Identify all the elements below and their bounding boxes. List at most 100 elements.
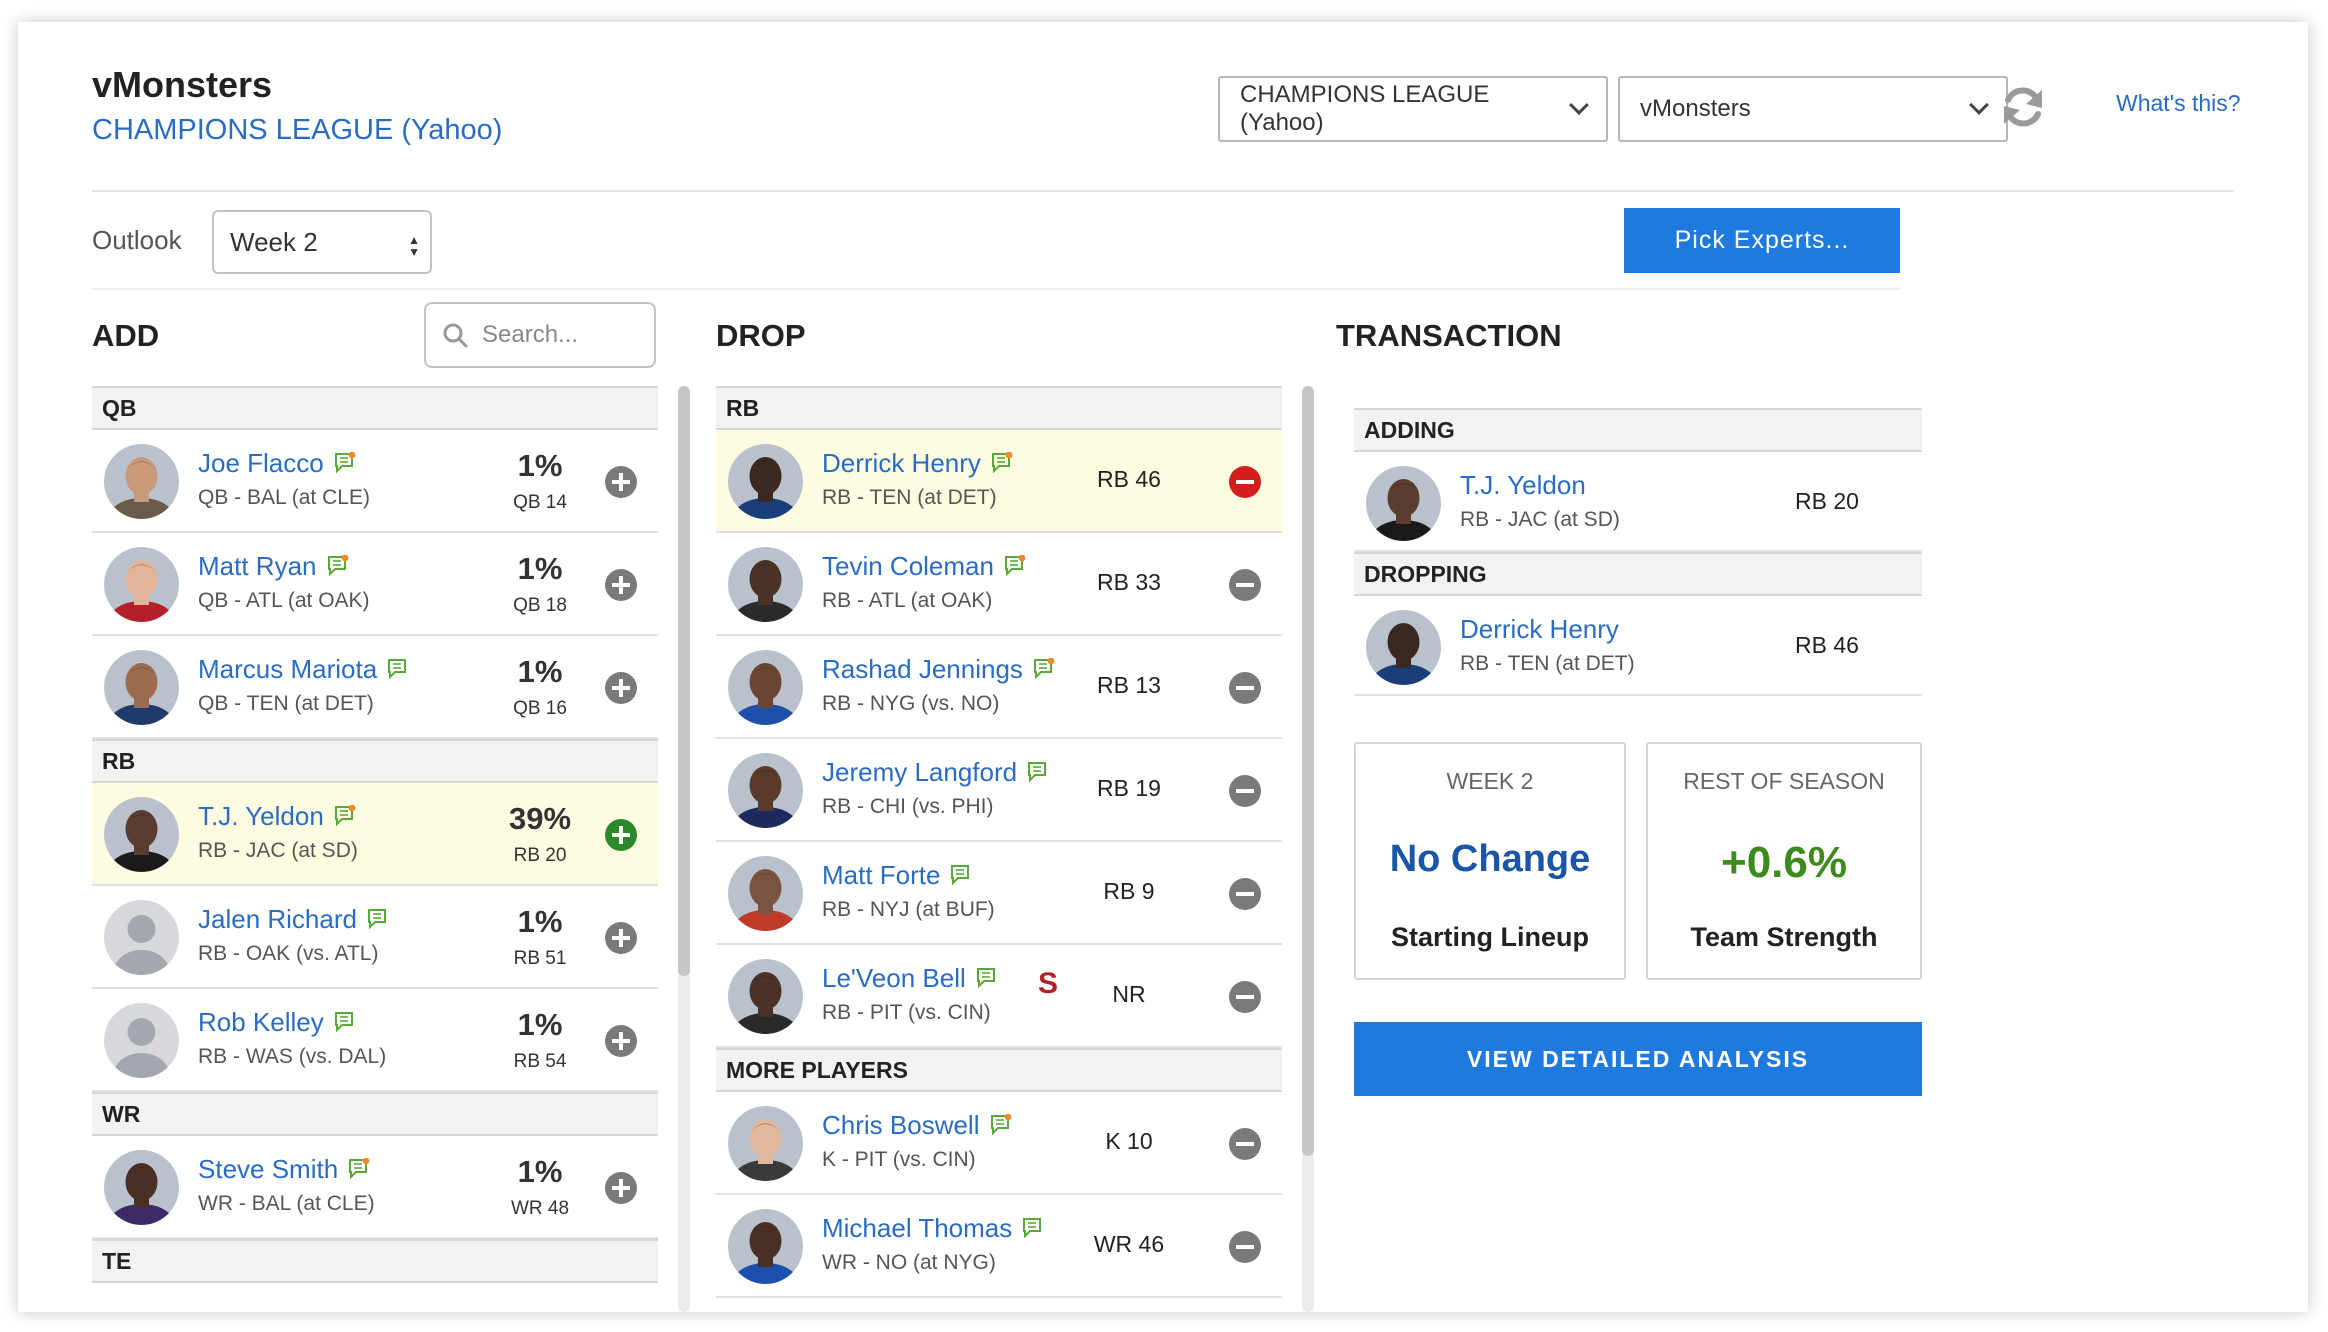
position-rank: RB 19 [1097,775,1161,801]
news-note-icon[interactable] [990,1112,1012,1143]
player-name[interactable]: Derrick Henry [822,448,1013,481]
week-outlook-box: WEEK 2 No Change Starting Lineup [1354,742,1626,980]
drop-player-button[interactable] [1228,877,1262,911]
player-name-text[interactable]: Chris Boswell [822,1110,980,1140]
drop-player-button[interactable] [1228,1127,1262,1161]
player-name-text[interactable]: Le'Veon Bell [822,963,966,993]
news-note-icon[interactable] [367,906,389,937]
news-note-icon[interactable] [1004,553,1026,584]
week-select[interactable]: Week 2 ▲ ▼ [212,210,432,274]
position-rank: RB 51 [513,948,567,969]
drop-scrollbar[interactable] [1302,386,1314,1312]
player-name[interactable]: Le'Veon Bell [822,963,998,996]
player-info: RB - TEN (at DET) [822,486,997,509]
player-name[interactable]: Matt Forte [822,860,972,893]
player-name[interactable]: Marcus Mariota [198,654,409,687]
drop-player-button[interactable] [1228,465,1262,499]
add-player-button[interactable] [604,1171,638,1205]
news-note-icon[interactable] [327,553,349,584]
drop-player-button[interactable] [1228,1230,1262,1264]
add-scrollbar[interactable] [678,386,690,1312]
news-note-icon[interactable] [991,450,1013,481]
position-rank: RB 46 [1795,632,1859,658]
search-input[interactable]: Search... [424,302,656,368]
news-note-icon[interactable] [334,803,356,834]
drop-player-button[interactable] [1228,671,1262,705]
league-dropdown[interactable]: CHAMPIONS LEAGUE (Yahoo) [1218,76,1608,142]
whats-this-link[interactable]: What's this? [2116,90,2241,117]
player-row: Rashad Jennings RB - NYG (vs. NO) RB 13 [716,636,1282,739]
news-note-icon[interactable] [1033,656,1055,687]
position-rank: RB 20 [513,845,567,866]
player-avatar [728,650,803,725]
add-player-button[interactable] [604,568,638,602]
player-info: K - PIT (vs. CIN) [822,1148,976,1171]
player-name-text[interactable]: Marcus Mariota [198,654,377,684]
player-name[interactable]: Chris Boswell [822,1110,1012,1143]
player-name[interactable]: Jeremy Langford [822,757,1049,790]
league-subtitle[interactable]: CHAMPIONS LEAGUE (Yahoo) [92,114,502,147]
drop-player-button[interactable] [1228,774,1262,808]
add-player-button[interactable] [604,818,638,852]
news-note-icon[interactable] [334,1009,356,1040]
news-note-icon[interactable] [334,450,356,481]
player-name[interactable]: Matt Ryan [198,551,349,584]
add-player-button[interactable] [604,1024,638,1058]
news-note-icon[interactable] [387,656,409,687]
player-name-text[interactable]: Jeremy Langford [822,757,1017,787]
player-name[interactable]: T.J. Yeldon [198,801,356,834]
player-avatar [1366,610,1441,685]
player-name[interactable]: Steve Smith [198,1154,370,1187]
player-name-text[interactable]: T.J. Yeldon [198,801,324,831]
add-player-button[interactable] [604,465,638,499]
news-note-icon[interactable] [1027,759,1049,790]
player-name[interactable]: Michael Thomas [822,1213,1044,1246]
drop-title: DROP [716,318,806,353]
news-note-icon[interactable] [1022,1215,1044,1246]
player-name-text[interactable]: Michael Thomas [822,1213,1012,1243]
player-name-text[interactable]: Derrick Henry [1460,614,1619,644]
adding-player-row: T.J. Yeldon RB - JAC (at SD) RB 20 [1354,452,1922,552]
player-name-text[interactable]: Matt Forte [822,860,940,890]
player-info: QB - BAL (at CLE) [198,486,370,509]
player-name-text[interactable]: Rashad Jennings [822,654,1023,684]
player-name[interactable]: Jalen Richard [198,904,389,937]
player-name-text[interactable]: Rob Kelley [198,1007,324,1037]
view-detailed-analysis-button[interactable]: VIEW DETAILED ANALYSIS [1354,1022,1922,1096]
ownership-percent: 1% [517,904,563,939]
season-box-footer: Team Strength [1690,922,1878,952]
drop-player-button[interactable] [1228,980,1262,1014]
player-name[interactable]: Rashad Jennings [822,654,1055,687]
add-player-button[interactable] [604,921,638,955]
news-note-icon[interactable] [348,1156,370,1187]
suspension-flag: S [1038,967,1059,1000]
ownership-percent: 1% [517,1007,563,1042]
player-name[interactable]: Derrick Henry [1460,614,1619,645]
player-name[interactable]: Tevin Coleman [822,551,1026,584]
add-player-button[interactable] [604,671,638,705]
player-row: Matt Forte RB - NYJ (at BUF) RB 9 [716,842,1282,945]
drop-player-button[interactable] [1228,568,1262,602]
player-name[interactable]: Rob Kelley [198,1007,356,1040]
ownership-percent: 1% [517,448,563,483]
player-row: Joe Flacco QB - BAL (at CLE) 1% QB 14 [92,430,658,533]
refresh-icon[interactable] [1998,82,2048,132]
news-note-icon[interactable] [976,965,998,996]
player-name-text[interactable]: Steve Smith [198,1154,338,1184]
player-name-text[interactable]: T.J. Yeldon [1460,470,1586,500]
player-name-text[interactable]: Joe Flacco [198,448,324,478]
pick-experts-button[interactable]: Pick Experts... [1624,208,1900,273]
chevron-down-icon [1969,95,1989,115]
news-note-icon[interactable] [950,862,972,893]
player-name[interactable]: T.J. Yeldon [1460,470,1586,501]
player-avatar [728,547,803,622]
team-dropdown[interactable]: vMonsters [1618,76,2008,142]
ownership-percent: 1% [517,654,563,689]
player-name[interactable]: Joe Flacco [198,448,356,481]
drop-scrollbar-thumb[interactable] [1302,386,1314,1156]
add-scrollbar-thumb[interactable] [678,386,690,976]
player-name-text[interactable]: Derrick Henry [822,448,981,478]
player-name-text[interactable]: Matt Ryan [198,551,317,581]
player-name-text[interactable]: Tevin Coleman [822,551,994,581]
player-name-text[interactable]: Jalen Richard [198,904,357,934]
